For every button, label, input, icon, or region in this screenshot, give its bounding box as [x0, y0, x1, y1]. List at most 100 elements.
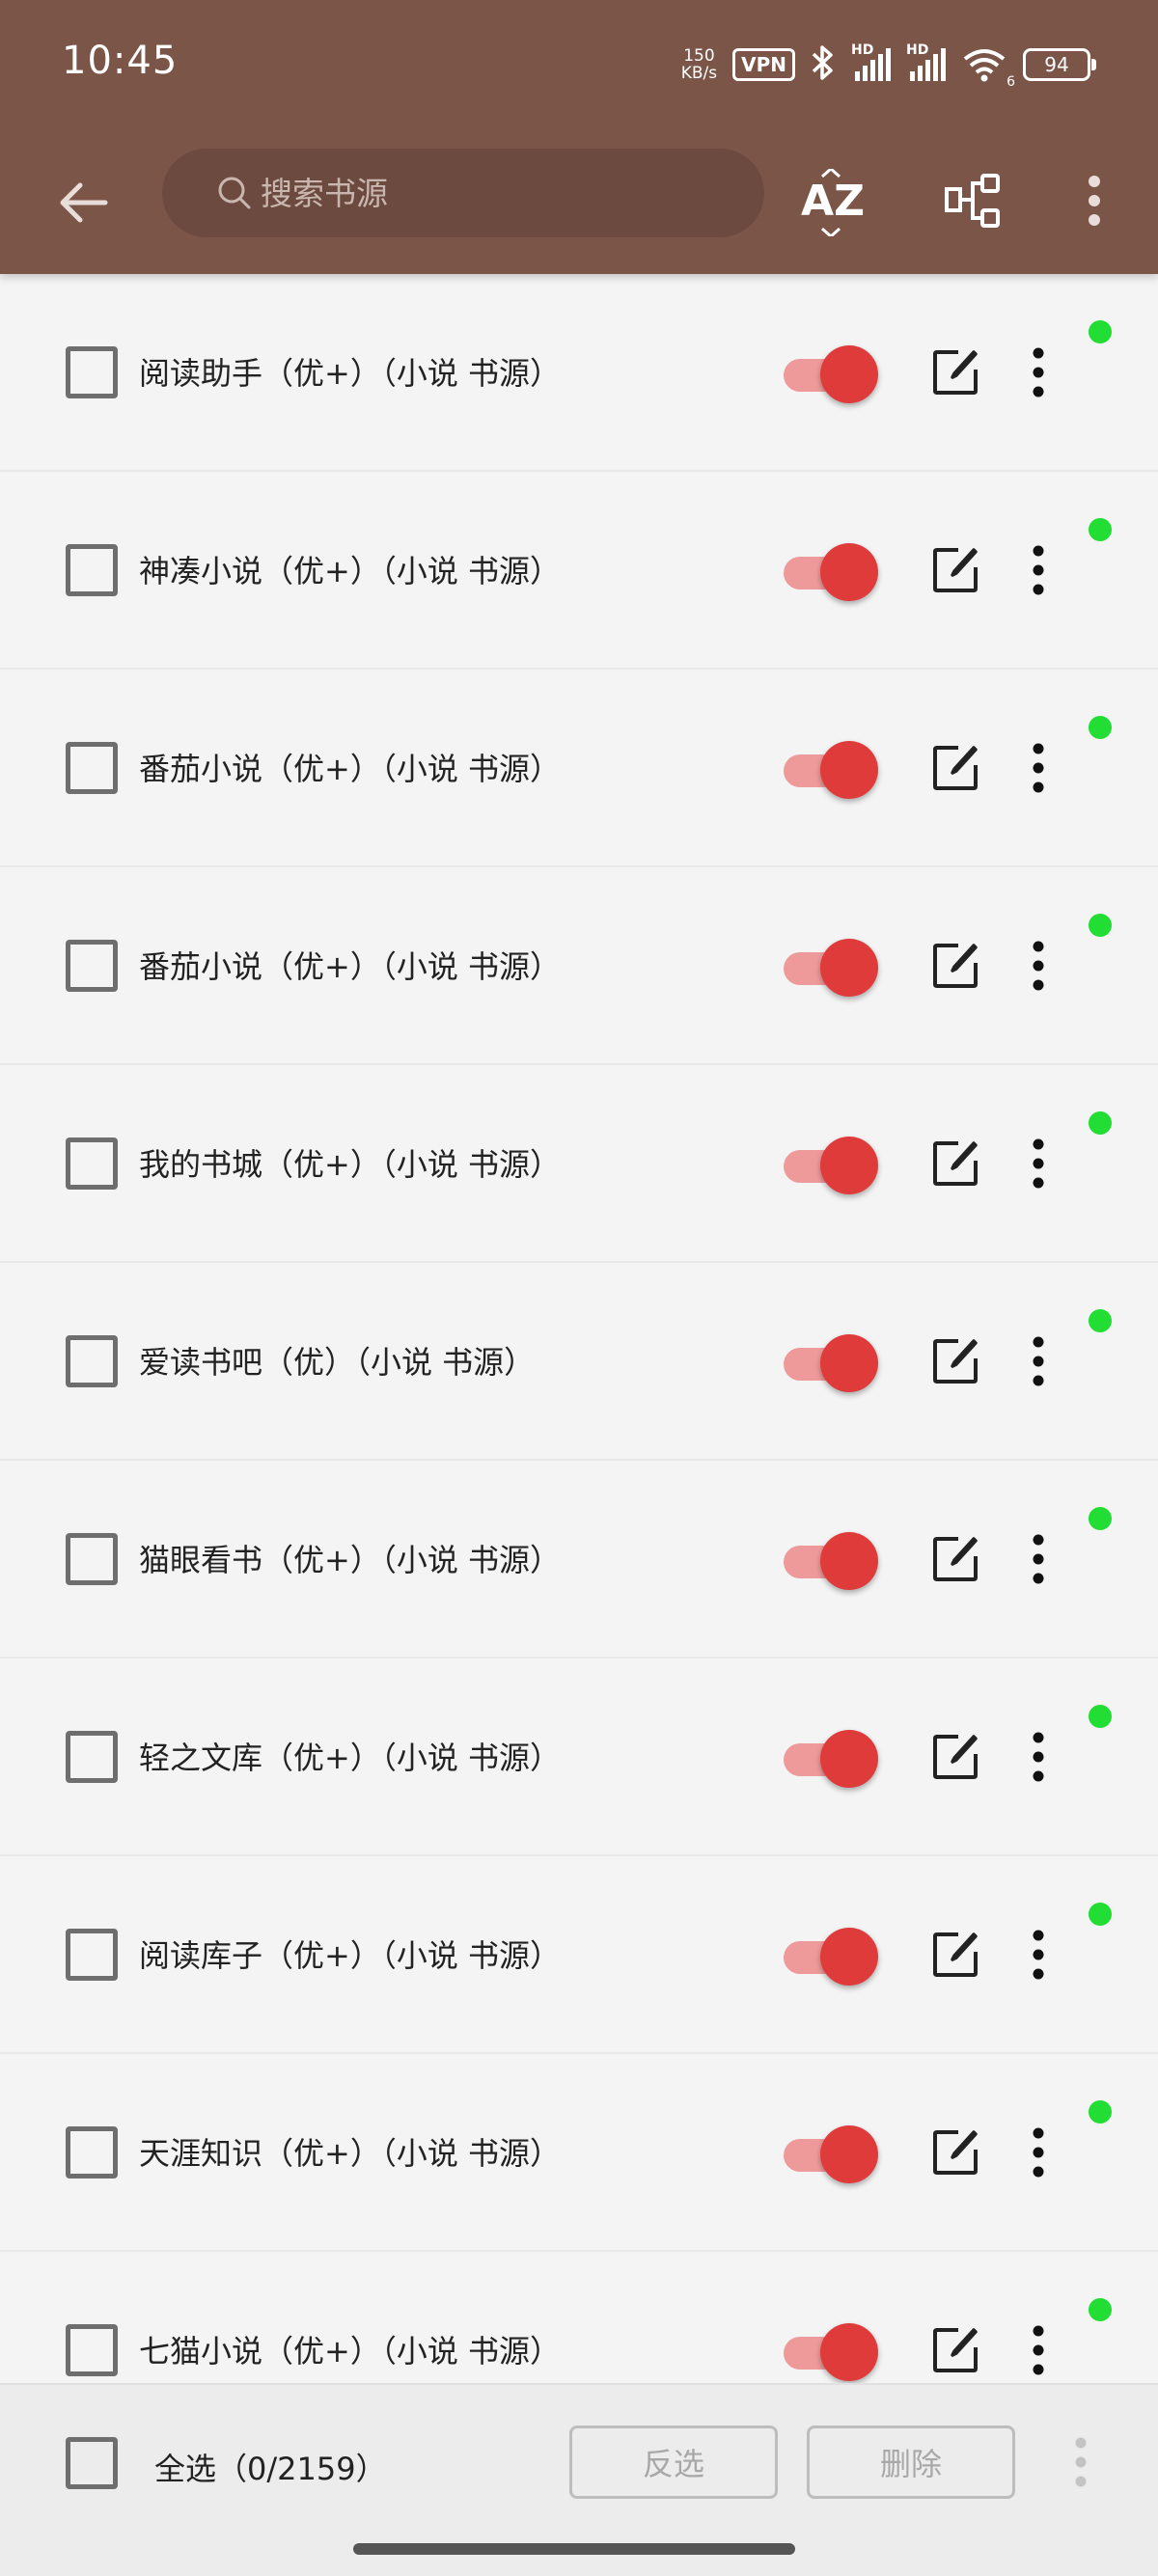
- app-header: 10:45 150 KB/s VPN HD HD 6 94 搜索书源 AZ: [0, 0, 1158, 274]
- bluetooth-icon: [811, 43, 836, 86]
- row-more-button[interactable]: [1031, 735, 1046, 801]
- edit-button[interactable]: [926, 1332, 984, 1390]
- row-checkbox[interactable]: [66, 2126, 118, 2179]
- enable-switch[interactable]: [784, 543, 878, 601]
- edit-button[interactable]: [926, 541, 984, 599]
- row-more-button[interactable]: [1031, 2120, 1046, 2185]
- enable-switch[interactable]: [784, 1730, 878, 1788]
- row-checkbox[interactable]: [66, 2324, 118, 2376]
- edit-button[interactable]: [926, 1926, 984, 1984]
- source-name: 轻之文库（优+）（小说 书源）: [139, 1740, 561, 1776]
- edit-button[interactable]: [926, 937, 984, 995]
- row-checkbox[interactable]: [66, 1929, 118, 1981]
- back-button[interactable]: [39, 164, 125, 241]
- row-checkbox[interactable]: [66, 1731, 118, 1783]
- row-more-button[interactable]: [1031, 1724, 1046, 1790]
- signal-icon: HD: [851, 42, 891, 81]
- enable-switch[interactable]: [784, 2323, 878, 2381]
- source-name: 爱读书吧（优）（小说 书源）: [139, 1344, 536, 1381]
- row-checkbox[interactable]: [66, 1137, 118, 1190]
- source-row[interactable]: 我的书城（优+）（小说 书源）: [0, 1065, 1158, 1263]
- enable-switch[interactable]: [784, 2125, 878, 2183]
- row-checkbox[interactable]: [66, 346, 118, 398]
- row-checkbox[interactable]: [66, 1335, 118, 1387]
- row-checkbox[interactable]: [66, 544, 118, 596]
- edit-button[interactable]: [926, 2321, 984, 2379]
- source-row[interactable]: 爱读书吧（优）（小说 书源）: [0, 1263, 1158, 1461]
- status-dot: [1089, 1507, 1112, 1530]
- invert-selection-button[interactable]: 反选: [569, 2425, 778, 2499]
- source-row[interactable]: 番茄小说（优+）（小说 书源）: [0, 867, 1158, 1065]
- source-row[interactable]: 猫眼看书（优+）（小说 书源）: [0, 1461, 1158, 1658]
- more-vertical-icon: [1033, 1534, 1044, 1584]
- source-name: 我的书城（优+）（小说 书源）: [139, 1146, 561, 1183]
- edit-icon: [933, 746, 978, 790]
- source-row[interactable]: 轻之文库（优+）（小说 书源）: [0, 1658, 1158, 1856]
- battery-icon: 94: [1023, 48, 1096, 81]
- search-input[interactable]: [261, 174, 666, 212]
- source-row[interactable]: 阅读库子（优+）（小说 书源）: [0, 1856, 1158, 2054]
- status-dot: [1089, 2100, 1112, 2124]
- enable-switch[interactable]: [784, 1137, 878, 1194]
- status-time: 10:45: [62, 39, 179, 83]
- more-vertical-icon: [1075, 2437, 1087, 2487]
- enable-switch[interactable]: [784, 741, 878, 799]
- edit-button[interactable]: [926, 343, 984, 401]
- group-button[interactable]: [934, 162, 1011, 239]
- group-tree-icon: [945, 174, 1000, 228]
- enable-switch[interactable]: [784, 345, 878, 403]
- search-box[interactable]: [162, 149, 764, 237]
- edit-button[interactable]: [926, 1135, 984, 1192]
- edit-button[interactable]: [926, 2124, 984, 2181]
- source-row[interactable]: 天涯知识（优+）（小说 书源）: [0, 2054, 1158, 2252]
- enable-switch[interactable]: [784, 1928, 878, 1986]
- row-checkbox[interactable]: [66, 940, 118, 992]
- source-row[interactable]: 神凑小说（优+）（小说 书源）: [0, 472, 1158, 670]
- wifi-icon: 6: [961, 45, 1015, 90]
- status-dot: [1089, 1705, 1112, 1728]
- edit-icon: [933, 944, 978, 988]
- source-list[interactable]: 阅读助手（优+）（小说 书源） 神凑小说（优+）（小说 书源） 番茄小说（优+）…: [0, 274, 1158, 2383]
- status-dot: [1089, 2298, 1112, 2321]
- edit-button[interactable]: [926, 1530, 984, 1588]
- select-all-checkbox[interactable]: [66, 2437, 118, 2489]
- row-checkbox[interactable]: [66, 1533, 118, 1585]
- row-more-button[interactable]: [1031, 1922, 1046, 1987]
- more-vertical-icon: [1089, 176, 1100, 226]
- edit-icon: [933, 350, 978, 395]
- sort-az-icon: AZ: [801, 168, 865, 236]
- home-indicator[interactable]: [353, 2543, 795, 2555]
- source-row[interactable]: 阅读助手（优+）（小说 书源）: [0, 274, 1158, 472]
- row-more-button[interactable]: [1031, 340, 1046, 405]
- status-bar: 10:45 150 KB/s VPN HD HD 6 94: [0, 0, 1158, 135]
- source-row[interactable]: 七猫小说（优+）（小说 书源）: [0, 2252, 1158, 2383]
- enable-switch[interactable]: [784, 1334, 878, 1392]
- bottom-more-button[interactable]: [1062, 2433, 1100, 2491]
- row-more-button[interactable]: [1031, 1329, 1046, 1394]
- row-more-button[interactable]: [1031, 2317, 1046, 2383]
- more-vertical-icon: [1033, 1138, 1044, 1189]
- source-name: 神凑小说（优+）（小说 书源）: [139, 553, 561, 589]
- bottom-action-bar: 全选（0/2159） 反选 删除: [0, 2383, 1158, 2576]
- vpn-icon: VPN: [732, 48, 795, 81]
- source-name: 猫眼看书（优+）（小说 书源）: [139, 1542, 561, 1578]
- edit-icon: [933, 1339, 978, 1384]
- row-more-button[interactable]: [1031, 933, 1046, 999]
- delete-button[interactable]: 删除: [807, 2425, 1015, 2499]
- row-more-button[interactable]: [1031, 1526, 1046, 1592]
- more-vertical-icon: [1033, 2325, 1044, 2375]
- row-checkbox[interactable]: [66, 742, 118, 794]
- source-name: 七猫小说（优+）（小说 书源）: [139, 2333, 561, 2370]
- enable-switch[interactable]: [784, 939, 878, 997]
- edit-button[interactable]: [926, 739, 984, 797]
- source-name: 天涯知识（优+）（小说 书源）: [139, 2135, 561, 2172]
- enable-switch[interactable]: [784, 1532, 878, 1590]
- source-row[interactable]: 番茄小说（优+）（小说 书源）: [0, 670, 1158, 867]
- edit-button[interactable]: [926, 1728, 984, 1786]
- signal-icon-2: HD: [906, 42, 946, 81]
- row-more-button[interactable]: [1031, 537, 1046, 603]
- more-options-button[interactable]: [1056, 162, 1133, 239]
- status-dot: [1089, 914, 1112, 937]
- row-more-button[interactable]: [1031, 1131, 1046, 1196]
- sort-az-button[interactable]: AZ: [794, 162, 871, 239]
